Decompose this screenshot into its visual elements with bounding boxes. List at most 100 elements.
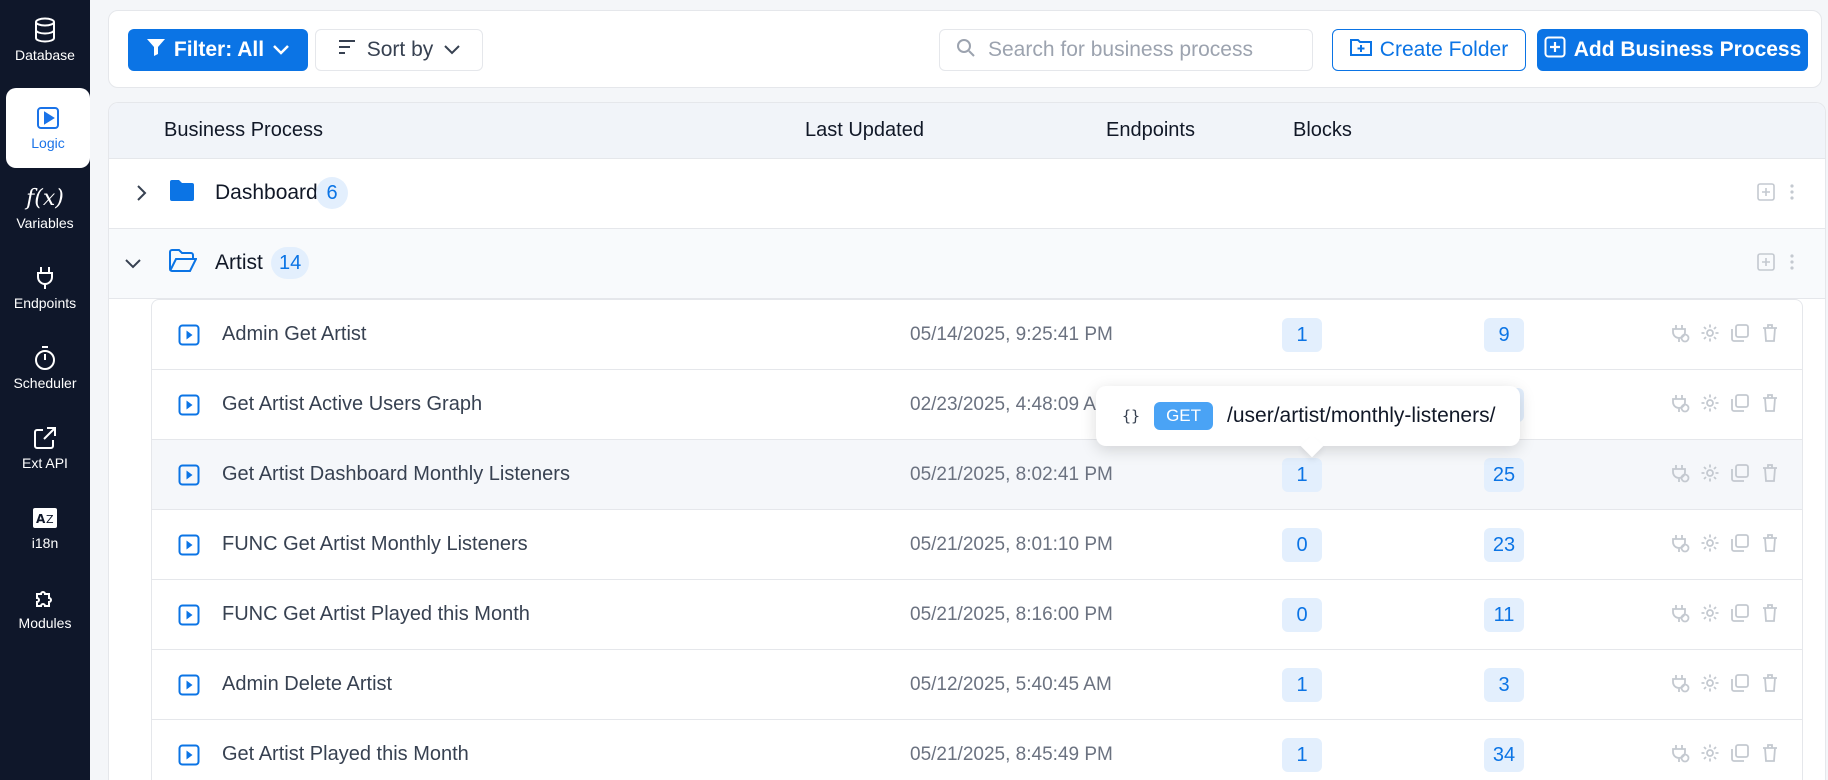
endpoints-badge[interactable]: 1 bbox=[1282, 318, 1322, 352]
gear-icon[interactable] bbox=[1700, 392, 1720, 414]
copy-icon[interactable] bbox=[1730, 392, 1750, 414]
endpoints-badge[interactable]: 0 bbox=[1282, 598, 1322, 632]
sidebar-item-i18n[interactable]: AZ i18n bbox=[0, 488, 90, 568]
external-link-icon bbox=[32, 425, 58, 451]
trash-icon[interactable] bbox=[1760, 602, 1780, 624]
folder-row-dashboard[interactable]: Dashboard 6 bbox=[109, 159, 1825, 229]
copy-icon[interactable] bbox=[1730, 532, 1750, 554]
table-row[interactable]: Admin Get Artist 05/14/2025, 9:25:41 PM … bbox=[152, 300, 1802, 370]
sidebar-item-scheduler[interactable]: Scheduler bbox=[0, 328, 90, 408]
translate-icon: AZ bbox=[32, 505, 58, 531]
copy-icon[interactable] bbox=[1730, 602, 1750, 624]
sidebar-item-modules[interactable]: Modules bbox=[0, 568, 90, 648]
gear-icon[interactable] bbox=[1700, 602, 1720, 624]
column-header-blocks[interactable]: Blocks bbox=[1293, 119, 1352, 142]
play-square-icon bbox=[178, 464, 200, 491]
process-name[interactable]: Admin Delete Artist bbox=[222, 673, 392, 696]
play-square-icon bbox=[178, 534, 200, 561]
add-to-folder-icon[interactable] bbox=[1757, 183, 1775, 206]
endpoints-badge[interactable]: 1 bbox=[1282, 458, 1322, 492]
process-name[interactable]: Get Artist Played this Month bbox=[222, 743, 469, 766]
add-to-folder-icon[interactable] bbox=[1757, 253, 1775, 276]
play-square-icon bbox=[178, 604, 200, 631]
trash-icon[interactable] bbox=[1760, 742, 1780, 764]
sort-button[interactable]: Sort by bbox=[315, 29, 483, 71]
column-header-endpoints[interactable]: Endpoints bbox=[1106, 119, 1195, 142]
trash-icon[interactable] bbox=[1760, 532, 1780, 554]
copy-icon[interactable] bbox=[1730, 462, 1750, 484]
braces-icon: {} bbox=[1122, 407, 1141, 425]
svg-text:Z: Z bbox=[46, 513, 54, 526]
blocks-badge: 23 bbox=[1484, 528, 1524, 562]
process-name[interactable]: Admin Get Artist bbox=[222, 323, 367, 346]
sidebar-item-label: Scheduler bbox=[13, 375, 77, 391]
sidebar-item-database[interactable]: Database bbox=[0, 0, 90, 80]
plus-square-icon bbox=[1544, 36, 1566, 64]
plug-icon[interactable] bbox=[1670, 672, 1690, 694]
plug-icon[interactable] bbox=[1670, 462, 1690, 484]
process-name[interactable]: FUNC Get Artist Played this Month bbox=[222, 603, 530, 626]
add-business-process-button[interactable]: Add Business Process bbox=[1537, 29, 1808, 71]
chevron-right-icon[interactable] bbox=[131, 183, 151, 203]
endpoints-badge[interactable]: 0 bbox=[1282, 528, 1322, 562]
folder-contents-artist: Admin Get Artist 05/14/2025, 9:25:41 PM … bbox=[151, 299, 1803, 780]
puzzle-icon bbox=[32, 585, 58, 611]
copy-icon[interactable] bbox=[1730, 742, 1750, 764]
more-vertical-icon[interactable] bbox=[1789, 253, 1795, 276]
plug-icon[interactable] bbox=[1670, 322, 1690, 344]
row-actions bbox=[1670, 602, 1780, 624]
blocks-badge: 11 bbox=[1484, 598, 1524, 632]
more-vertical-icon[interactable] bbox=[1789, 183, 1795, 206]
table-header: Business Process Last Updated Endpoints … bbox=[109, 103, 1825, 159]
sidebar-item-label: i18n bbox=[31, 535, 59, 551]
blocks-badge: 34 bbox=[1484, 738, 1524, 772]
gear-icon[interactable] bbox=[1700, 742, 1720, 764]
copy-icon[interactable] bbox=[1730, 672, 1750, 694]
gear-icon[interactable] bbox=[1700, 462, 1720, 484]
sidebar-item-variables[interactable]: f(x) Variables bbox=[0, 168, 90, 248]
endpoints-badge[interactable]: 1 bbox=[1282, 738, 1322, 772]
table-row[interactable]: Admin Delete Artist 05/12/2025, 5:40:45 … bbox=[152, 650, 1802, 720]
sidebar-item-ext-api[interactable]: Ext API bbox=[0, 408, 90, 488]
blocks-badge: 25 bbox=[1484, 458, 1524, 492]
table-row[interactable]: FUNC Get Artist Played this Month 05/21/… bbox=[152, 580, 1802, 650]
row-actions bbox=[1670, 392, 1780, 414]
plug-icon[interactable] bbox=[1670, 602, 1690, 624]
trash-icon[interactable] bbox=[1760, 462, 1780, 484]
row-actions bbox=[1670, 742, 1780, 764]
filter-label: Filter: All bbox=[173, 38, 265, 61]
create-folder-button[interactable]: Create Folder bbox=[1332, 29, 1526, 71]
gear-icon[interactable] bbox=[1700, 532, 1720, 554]
svg-text:A: A bbox=[36, 512, 46, 526]
table-row[interactable]: Get Artist Active Users Graph 02/23/2025… bbox=[152, 370, 1802, 440]
table-row[interactable]: Get Artist Played this Month 05/21/2025,… bbox=[152, 720, 1802, 780]
trash-icon[interactable] bbox=[1760, 672, 1780, 694]
plug-icon[interactable] bbox=[1670, 532, 1690, 554]
sidebar-item-endpoints[interactable]: Endpoints bbox=[0, 248, 90, 328]
last-updated: 05/14/2025, 9:25:41 PM bbox=[910, 324, 1113, 345]
filter-icon bbox=[146, 37, 166, 63]
trash-icon[interactable] bbox=[1760, 392, 1780, 414]
blocks-badge: 3 bbox=[1484, 668, 1524, 702]
column-header-last-updated[interactable]: Last Updated bbox=[805, 119, 924, 142]
gear-icon[interactable] bbox=[1700, 322, 1720, 344]
chevron-down-icon[interactable] bbox=[123, 253, 143, 273]
filter-button[interactable]: Filter: All bbox=[128, 29, 308, 71]
create-folder-label: Create Folder bbox=[1379, 38, 1509, 61]
copy-icon[interactable] bbox=[1730, 322, 1750, 344]
process-name[interactable]: FUNC Get Artist Monthly Listeners bbox=[222, 533, 528, 556]
sidebar-item-label: Database bbox=[15, 47, 75, 63]
table-row[interactable]: FUNC Get Artist Monthly Listeners 05/21/… bbox=[152, 510, 1802, 580]
table-row[interactable]: Get Artist Dashboard Monthly Listeners 0… bbox=[152, 440, 1802, 510]
plug-icon[interactable] bbox=[1670, 742, 1690, 764]
folder-row-artist[interactable]: Artist 14 bbox=[109, 229, 1825, 299]
sidebar-item-logic[interactable]: Logic bbox=[6, 88, 90, 168]
column-header-business-process[interactable]: Business Process bbox=[164, 119, 323, 142]
trash-icon[interactable] bbox=[1760, 322, 1780, 344]
process-name[interactable]: Get Artist Active Users Graph bbox=[222, 393, 482, 416]
endpoints-badge[interactable]: 1 bbox=[1282, 668, 1322, 702]
plug-icon[interactable] bbox=[1670, 392, 1690, 414]
process-name[interactable]: Get Artist Dashboard Monthly Listeners bbox=[222, 463, 570, 486]
gear-icon[interactable] bbox=[1700, 672, 1720, 694]
search-input[interactable] bbox=[988, 38, 1288, 62]
